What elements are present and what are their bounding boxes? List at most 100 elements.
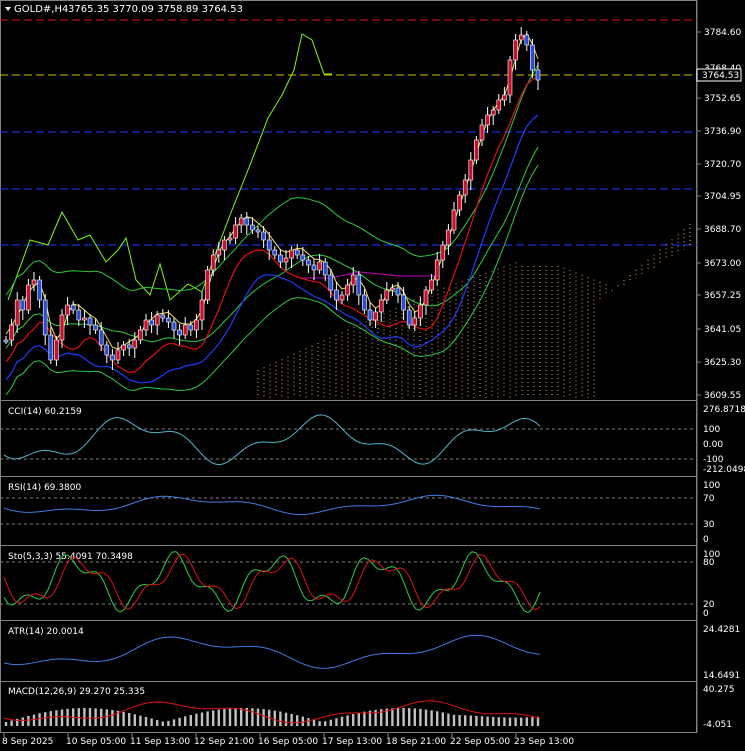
candle-body[interactable] — [154, 314, 160, 326]
candle-body[interactable] — [412, 317, 418, 326]
candle-body[interactable] — [395, 287, 401, 296]
candle-body[interactable] — [406, 309, 412, 326]
candle-body[interactable] — [93, 324, 98, 331]
candle-body[interactable] — [188, 324, 194, 331]
candle-body[interactable] — [462, 179, 468, 196]
candle-body[interactable] — [446, 229, 451, 246]
candle-body[interactable] — [272, 249, 278, 256]
candle-body[interactable] — [283, 257, 289, 263]
candle-body[interactable] — [306, 259, 311, 266]
candle-body[interactable] — [311, 264, 317, 271]
candle-body[interactable] — [194, 319, 199, 331]
candle-body[interactable] — [535, 69, 541, 81]
candle-body[interactable] — [82, 317, 87, 321]
candle-body[interactable] — [110, 354, 115, 361]
candle-body[interactable] — [177, 329, 182, 336]
candle-body[interactable] — [70, 304, 76, 311]
candle-body[interactable] — [138, 329, 143, 341]
candle-body[interactable] — [121, 344, 126, 351]
candle-body[interactable] — [266, 239, 272, 251]
candle-body[interactable] — [373, 311, 378, 321]
candle-body[interactable] — [384, 289, 390, 301]
candle-body[interactable] — [244, 217, 250, 226]
candle-body[interactable] — [513, 39, 518, 61]
candle-body[interactable] — [474, 139, 479, 161]
price-axis[interactable]: 3784.60 3752.65 3736.90 3720.70 3704.95 3688.… — [697, 28, 741, 401]
candle-body[interactable] — [350, 274, 356, 286]
candle-body[interactable] — [160, 314, 166, 319]
candle-body[interactable] — [199, 299, 205, 321]
candle-body[interactable] — [210, 254, 216, 271]
candle-body[interactable] — [48, 334, 54, 361]
candle-body[interactable] — [300, 254, 306, 261]
candle-body[interactable] — [132, 339, 138, 349]
candle-body[interactable] — [20, 299, 26, 311]
candle-body[interactable] — [289, 249, 294, 259]
candle-body[interactable] — [3, 339, 9, 343]
candle-body[interactable] — [328, 274, 334, 291]
candle-body[interactable] — [496, 99, 502, 111]
candle-body[interactable] — [322, 261, 328, 276]
candle-body[interactable] — [65, 304, 70, 316]
candle-body[interactable] — [490, 109, 496, 116]
candle-body[interactable] — [31, 279, 37, 286]
candle-body[interactable] — [87, 317, 93, 326]
candle-body[interactable] — [485, 114, 490, 126]
candle-body[interactable] — [468, 159, 474, 181]
candle-body[interactable] — [222, 239, 227, 251]
candle-body[interactable] — [457, 194, 462, 211]
candle-body[interactable] — [149, 319, 154, 326]
candle-body[interactable] — [233, 224, 238, 239]
chart-canvas[interactable]: GOLD#,H4 3765.35 3770.09 3758.89 3764.53… — [0, 0, 745, 747]
candle-body[interactable] — [345, 284, 350, 296]
candle-body[interactable] — [524, 34, 530, 46]
candle-body[interactable] — [76, 309, 82, 321]
chart-menu-arrow-icon[interactable] — [5, 7, 11, 11]
candlestick-series[interactable] — [3, 27, 541, 370]
candle-body[interactable] — [126, 344, 132, 349]
candle-body[interactable] — [205, 269, 210, 301]
candle-body[interactable] — [356, 274, 362, 296]
candle-body[interactable] — [250, 224, 255, 231]
candle-body[interactable] — [227, 237, 233, 241]
candle-body[interactable] — [42, 299, 48, 336]
candle-body[interactable] — [518, 34, 524, 41]
candle-body[interactable] — [502, 94, 507, 101]
candle-body[interactable] — [423, 289, 429, 306]
candle-body[interactable] — [479, 124, 485, 141]
candle-body[interactable] — [238, 217, 244, 226]
candle-body[interactable] — [530, 44, 535, 71]
candle-body[interactable] — [390, 287, 395, 291]
candle-body[interactable] — [143, 319, 149, 331]
candle-body[interactable] — [166, 317, 171, 323]
candle-body[interactable] — [261, 231, 266, 241]
candle-body[interactable] — [334, 289, 339, 301]
candle-body[interactable] — [278, 254, 283, 263]
candle-body[interactable] — [54, 339, 59, 361]
candle-body[interactable] — [115, 349, 121, 361]
candle-body[interactable] — [104, 344, 110, 356]
candle-body[interactable] — [339, 294, 345, 301]
candle-body[interactable] — [440, 244, 446, 261]
candle-body[interactable] — [98, 329, 104, 346]
candle-body[interactable] — [216, 249, 222, 256]
candle-body[interactable] — [362, 294, 367, 311]
candle-body[interactable] — [429, 279, 434, 291]
candle-body[interactable] — [182, 324, 188, 336]
candle-body[interactable] — [37, 279, 42, 301]
candle-body[interactable] — [294, 249, 300, 256]
candle-body[interactable] — [14, 299, 20, 326]
candle-body[interactable] — [378, 299, 384, 313]
candle-body[interactable] — [171, 321, 177, 331]
candle-body[interactable] — [26, 284, 31, 311]
candle-body[interactable] — [317, 261, 322, 271]
candle-body[interactable] — [451, 209, 457, 231]
time-axis[interactable]: 8 Sep 2025 10 Sep 05:00 11 Sep 13:00 12 Sep… — [2, 733, 574, 747]
candle-body[interactable] — [9, 324, 14, 341]
candle-body[interactable] — [367, 309, 373, 321]
candle-body[interactable] — [255, 229, 261, 233]
trading-chart-window[interactable]: GOLD#,H4 3765.35 3770.09 3758.89 3764.53… — [0, 0, 745, 747]
candle-body[interactable] — [401, 294, 406, 311]
candle-body[interactable] — [59, 314, 65, 341]
candle-body[interactable] — [434, 259, 440, 281]
